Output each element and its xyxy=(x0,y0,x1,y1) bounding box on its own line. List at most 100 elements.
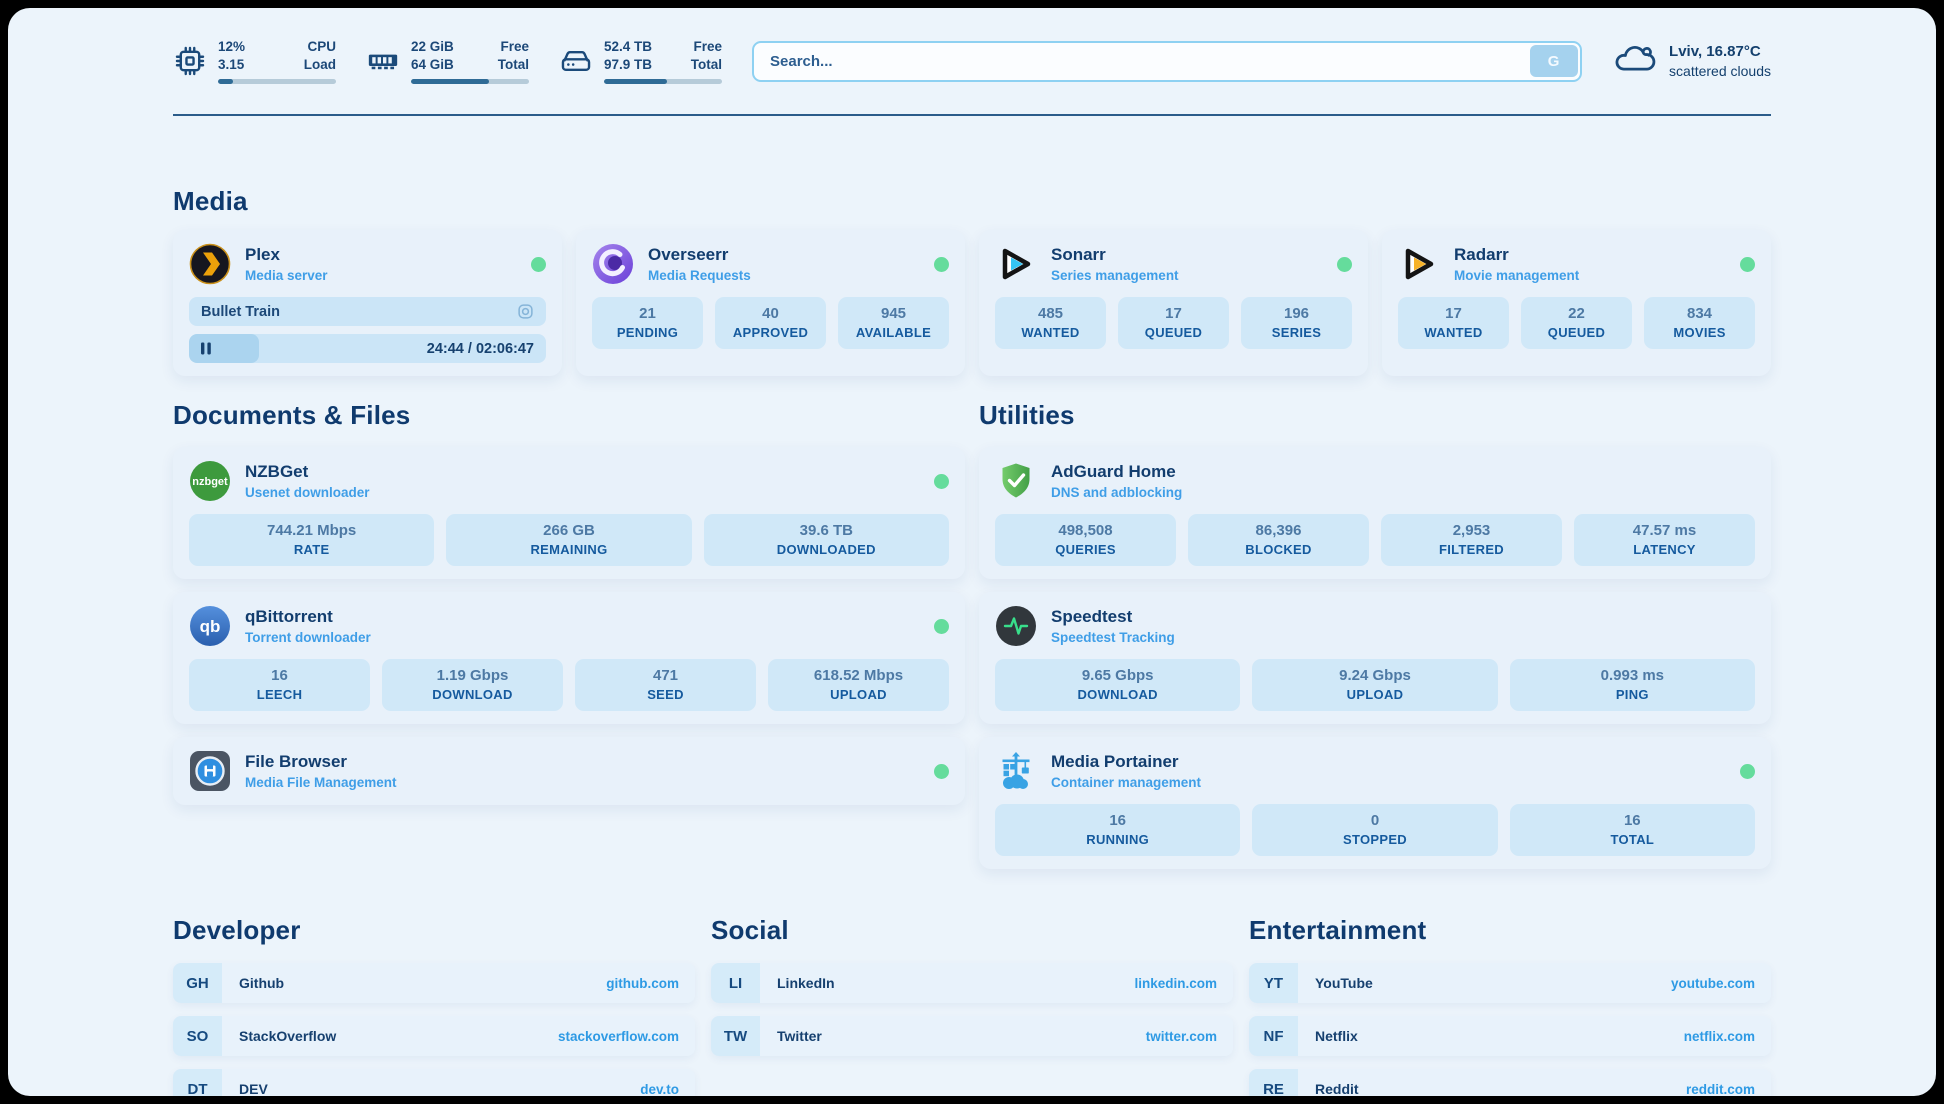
stat-box: 2,953 FILTERED xyxy=(1381,514,1562,566)
bookmark-abbr: DT xyxy=(173,1069,222,1096)
service-card-filebrowser[interactable]: File Browser Media File Management xyxy=(173,737,965,805)
bookmark-name: Github xyxy=(239,975,284,991)
service-card-qbittorrent[interactable]: qb qBittorrent Torrent downloader 16 LEE… xyxy=(173,592,965,724)
ram-free-value: 22 GiB xyxy=(411,38,454,56)
service-card-sonarr[interactable]: Sonarr Series management 485 WANTED 17 Q… xyxy=(979,230,1368,376)
section-title-utilities: Utilities xyxy=(979,400,1771,431)
weather-widget: Lviv, 16.87°C scattered clouds xyxy=(1612,41,1771,82)
stat-box: 17 WANTED xyxy=(1398,297,1509,349)
service-subtitle: Media Requests xyxy=(648,268,751,283)
google-search-button[interactable]: G xyxy=(1530,45,1578,77)
bookmark-abbr: RE xyxy=(1249,1069,1298,1096)
service-card-overseerr[interactable]: Overseerr Media Requests 21 PENDING 40 A… xyxy=(576,230,965,376)
bookmark-youtube[interactable]: YT YouTube youtube.com xyxy=(1249,963,1771,1003)
cpu-load-label: Load xyxy=(304,56,336,74)
service-subtitle: Speedtest Tracking xyxy=(1051,630,1175,645)
cpu-usage-value: 12% xyxy=(218,38,245,56)
header: 12% 3.15 CPU Load xyxy=(173,8,1771,84)
hard-drive-icon xyxy=(559,44,593,78)
service-title: NZBGet xyxy=(245,462,370,482)
bookmark-url: youtube.com xyxy=(1671,976,1755,991)
playback-progress-bar: 24:44 / 02:06:47 xyxy=(189,334,546,363)
stream-settings-icon[interactable] xyxy=(517,303,534,320)
bookmark-name: Twitter xyxy=(777,1028,822,1044)
ram-stat: 22 GiB 64 GiB Free Total xyxy=(366,38,529,84)
status-online-dot xyxy=(934,474,949,489)
portainer-crane-icon xyxy=(995,750,1037,792)
stat-box: 744.21 Mbps RATE xyxy=(189,514,434,566)
stat-box: 21 PENDING xyxy=(592,297,703,349)
service-card-nzbget[interactable]: nzbget NZBGet Usenet downloader 744.21 M… xyxy=(173,447,965,579)
bookmark-name: YouTube xyxy=(1315,975,1373,991)
stat-box: 86,396 BLOCKED xyxy=(1188,514,1369,566)
bookmark-github[interactable]: GH Github github.com xyxy=(173,963,695,1003)
status-online-dot xyxy=(531,257,546,272)
service-card-portainer[interactable]: Media Portainer Container management 16 … xyxy=(979,737,1771,869)
bookmark-linkedin[interactable]: LI LinkedIn linkedin.com xyxy=(711,963,1233,1003)
ram-free-label: Free xyxy=(498,38,529,56)
bookmark-stackoverflow[interactable]: SO StackOverflow stackoverflow.com xyxy=(173,1016,695,1056)
stat-box: 0.993 ms PING xyxy=(1510,659,1755,711)
stat-box: 17 QUEUED xyxy=(1118,297,1229,349)
svg-text:nzbget: nzbget xyxy=(192,476,228,488)
status-online-dot xyxy=(1740,764,1755,779)
stat-box: 266 GB REMAINING xyxy=(446,514,691,566)
service-title: Media Portainer xyxy=(1051,752,1201,772)
service-card-plex[interactable]: Plex Media server Bullet Train xyxy=(173,230,562,376)
cpu-load-value: 3.15 xyxy=(218,56,245,74)
bookmark-netflix[interactable]: NF Netflix netflix.com xyxy=(1249,1016,1771,1056)
stat-box: 1.19 Gbps DOWNLOAD xyxy=(382,659,563,711)
search-input[interactable] xyxy=(754,43,1527,80)
bookmark-url: reddit.com xyxy=(1686,1082,1755,1096)
stat-box: 485 WANTED xyxy=(995,297,1106,349)
service-card-adguard[interactable]: AdGuard Home DNS and adblocking 498,508 … xyxy=(979,447,1771,579)
bookmark-reddit[interactable]: RE Reddit reddit.com xyxy=(1249,1069,1771,1096)
bookmark-abbr: TW xyxy=(711,1016,760,1056)
service-subtitle: Torrent downloader xyxy=(245,630,371,645)
disk-stat: 52.4 TB 97.9 TB Free Total xyxy=(559,38,722,84)
stat-box: 16 RUNNING xyxy=(995,804,1240,856)
bookmark-name: StackOverflow xyxy=(239,1028,336,1044)
cpu-label: CPU xyxy=(304,38,336,56)
bookmark-url: linkedin.com xyxy=(1134,976,1217,991)
section-title-developer: Developer xyxy=(173,915,695,946)
stat-box: 618.52 Mbps UPLOAD xyxy=(768,659,949,711)
cpu-stat: 12% 3.15 CPU Load xyxy=(173,38,336,84)
status-online-dot xyxy=(934,257,949,272)
dashboard-page: 12% 3.15 CPU Load xyxy=(8,8,1936,1096)
now-playing-title: Bullet Train xyxy=(201,304,280,320)
memory-stick-icon xyxy=(366,44,400,78)
bookmark-abbr: LI xyxy=(711,963,760,1003)
bookmark-abbr: GH xyxy=(173,963,222,1003)
status-online-dot xyxy=(1740,257,1755,272)
adguard-shield-icon xyxy=(995,460,1037,502)
disk-total-label: Total xyxy=(691,56,722,74)
service-card-speedtest[interactable]: Speedtest Speedtest Tracking 9.65 Gbps D… xyxy=(979,592,1771,724)
ram-total-value: 64 GiB xyxy=(411,56,454,74)
stat-box: 16 LEECH xyxy=(189,659,370,711)
pause-icon xyxy=(200,342,212,355)
stat-box: 47.57 ms LATENCY xyxy=(1574,514,1755,566)
disk-total-value: 97.9 TB xyxy=(604,56,652,74)
bookmark-twitter[interactable]: TW Twitter twitter.com xyxy=(711,1016,1233,1056)
service-title: AdGuard Home xyxy=(1051,462,1182,482)
plex-icon xyxy=(189,243,231,285)
overseerr-icon xyxy=(592,243,634,285)
bookmark-name: Reddit xyxy=(1315,1081,1359,1096)
service-subtitle: Movie management xyxy=(1454,268,1579,283)
stat-box: 9.65 Gbps DOWNLOAD xyxy=(995,659,1240,711)
bookmark-dev[interactable]: DT DEV dev.to xyxy=(173,1069,695,1096)
weather-location: Lviv, 16.87°C xyxy=(1669,42,1771,62)
disk-free-value: 52.4 TB xyxy=(604,38,652,56)
bookmark-url: github.com xyxy=(606,976,679,991)
service-card-radarr[interactable]: Radarr Movie management 17 WANTED 22 QUE… xyxy=(1382,230,1771,376)
cpu-chip-icon xyxy=(173,44,207,78)
section-title-entertainment: Entertainment xyxy=(1249,915,1771,946)
stat-box: 0 STOPPED xyxy=(1252,804,1497,856)
ram-progress-bar xyxy=(411,79,529,84)
stat-box: 945 AVAILABLE xyxy=(838,297,949,349)
status-online-dot xyxy=(934,619,949,634)
bookmark-name: Netflix xyxy=(1315,1028,1358,1044)
status-online-dot xyxy=(934,764,949,779)
stat-box: 22 QUEUED xyxy=(1521,297,1632,349)
